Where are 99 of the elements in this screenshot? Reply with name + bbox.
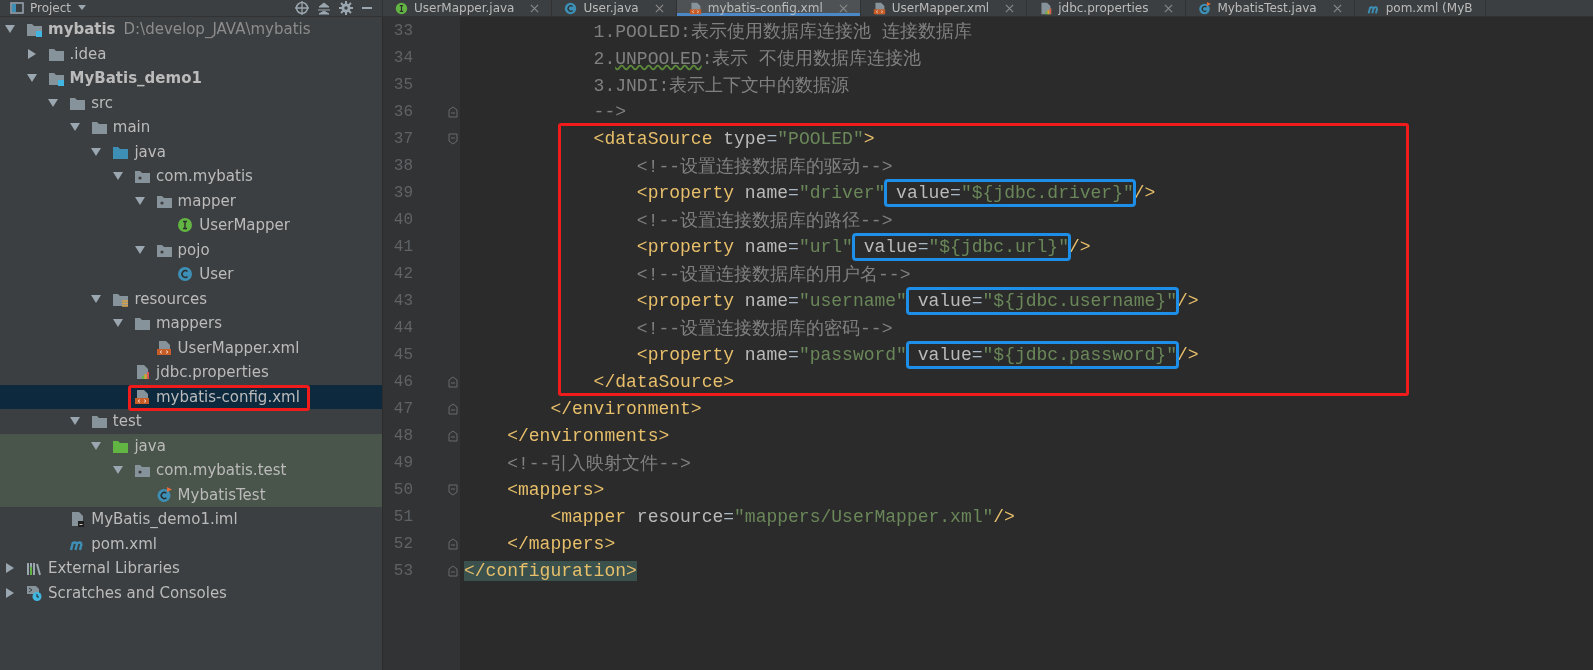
code-text: <!--设置连接数据库的用户名--> xyxy=(635,263,911,286)
caret-icon[interactable] xyxy=(77,4,88,12)
folder-icon xyxy=(26,21,42,38)
code-text: <!--设置连接数据库的驱动--> xyxy=(635,155,893,178)
expand-arrow-icon[interactable] xyxy=(90,439,103,452)
close-icon[interactable] xyxy=(530,3,540,13)
code-text: 1.POOLED:表示使用数据库连接池 连接数据库 xyxy=(592,20,972,43)
class-icon xyxy=(155,486,172,503)
editor-tab[interactable]: jdbc.properties xyxy=(1027,0,1187,16)
tree-item[interactable]: java xyxy=(0,139,382,164)
collapse-arrow-icon[interactable] xyxy=(4,562,16,575)
tree-item[interactable]: mybatis-config.xml xyxy=(0,384,382,409)
code-text: <!--设置连接数据库的密码--> xyxy=(635,317,893,340)
code-text: <mapper resource="mappers/UserMapper.xml"/> xyxy=(549,506,1015,527)
tree-item[interactable]: MyBatis_demo1.iml xyxy=(0,507,382,532)
code-text: </mappers> xyxy=(506,533,616,554)
package-icon xyxy=(134,168,150,185)
code-text: /> xyxy=(1176,344,1199,365)
class-icon xyxy=(177,266,194,283)
tree-item[interactable]: src xyxy=(0,90,382,115)
collapse-icon[interactable] xyxy=(316,1,332,15)
properties-file-icon xyxy=(1039,1,1053,15)
tree-item[interactable]: com.mybatis.test xyxy=(0,458,382,483)
close-icon[interactable] xyxy=(1332,3,1342,13)
settings-icon[interactable] xyxy=(338,1,354,15)
file-icon xyxy=(69,511,86,528)
code-text: <dataSource type="POOLED"> xyxy=(592,128,875,149)
folder-icon xyxy=(90,119,107,136)
tree-item[interactable]: mybatis D:\develop_JAVA\mybatis xyxy=(0,17,382,42)
code-text: <property name="username" xyxy=(635,290,907,311)
expand-arrow-icon[interactable] xyxy=(90,292,103,305)
collapse-arrow-icon[interactable] xyxy=(4,586,16,599)
editor-tab[interactable]: User.java xyxy=(552,0,677,16)
tree-item[interactable]: UserMapper.xml xyxy=(0,335,382,360)
code-text: <!--设置连接数据库的路径--> xyxy=(635,209,893,232)
tree-item[interactable]: resources xyxy=(0,286,382,311)
folder-icon xyxy=(47,70,64,87)
code-text: --> xyxy=(592,101,627,122)
tree-item[interactable]: User xyxy=(0,262,382,287)
code-text: <property name="url" xyxy=(635,236,853,257)
code-text: 2.UNPOOLED:表示 不使用数据库连接池 xyxy=(592,47,922,70)
editor-tab[interactable]: UserMapper.xml xyxy=(860,0,1028,16)
code-text: 3.JNDI:表示上下文中的数据源 xyxy=(592,74,850,97)
libraries-icon xyxy=(26,560,42,577)
code-text: value="${jdbc.username}" xyxy=(916,290,1177,311)
editor-tab[interactable]: mybatis-config.xml xyxy=(676,0,861,16)
code-text: </environments> xyxy=(506,425,670,446)
editor-tab[interactable]: UserMapper.java xyxy=(383,0,553,16)
xml-file-icon xyxy=(134,388,150,405)
expand-arrow-icon[interactable] xyxy=(133,194,146,207)
expand-arrow-icon[interactable] xyxy=(90,145,103,158)
expand-arrow-icon[interactable] xyxy=(47,96,60,109)
interface-icon xyxy=(177,217,194,234)
code-text: <property name="password" xyxy=(635,344,907,365)
tree-item[interactable]: pom.xml xyxy=(0,531,382,556)
code-text: </dataSource> xyxy=(592,371,735,392)
xml-file-icon xyxy=(688,1,702,15)
expand-arrow-icon[interactable] xyxy=(133,243,146,256)
code-text: <mappers> xyxy=(506,479,605,500)
code-text: </environment> xyxy=(549,398,702,419)
tree-item[interactable]: MyBatis_demo1 xyxy=(0,66,382,91)
editor-tab[interactable]: pom.xml (MyB xyxy=(1354,0,1486,16)
properties-file-icon xyxy=(134,364,150,381)
tree-item[interactable]: com.mybatis xyxy=(0,164,382,189)
package-icon xyxy=(134,462,150,479)
panel-title[interactable]: Project xyxy=(30,0,72,16)
tree-item[interactable]: pojo xyxy=(0,237,382,262)
code-text: <property name="driver" xyxy=(635,182,886,203)
collapse-arrow-icon[interactable] xyxy=(25,47,38,60)
close-icon[interactable] xyxy=(654,3,664,13)
tree-item[interactable]: .idea xyxy=(0,41,382,66)
code-text: /> xyxy=(1133,182,1156,203)
code-text: value="${jdbc.driver}" xyxy=(895,182,1134,203)
tree-item[interactable]: Scratches and Consoles xyxy=(0,580,382,605)
close-icon[interactable] xyxy=(1164,3,1174,13)
folder-icon xyxy=(90,413,107,430)
code-text: value="${jdbc.url}" xyxy=(862,236,1069,257)
folder-icon xyxy=(134,315,150,332)
code-text: <!--引入映射文件--> xyxy=(506,452,691,475)
tree-item[interactable]: mappers xyxy=(0,311,382,336)
code-text: </configuration> xyxy=(464,560,637,581)
scratch-file-icon xyxy=(26,584,42,601)
editor-tab[interactable]: MybatisTest.java xyxy=(1186,0,1355,16)
code-text: /> xyxy=(1068,236,1091,257)
tree-item[interactable]: java xyxy=(0,433,382,458)
tree-item[interactable]: MybatisTest xyxy=(0,482,382,507)
tree-item[interactable]: jdbc.properties xyxy=(0,360,382,385)
close-icon[interactable] xyxy=(1005,3,1015,13)
tree-item[interactable]: UserMapper xyxy=(0,213,382,238)
tree-item[interactable]: External Libraries xyxy=(0,556,382,581)
xml-file-icon xyxy=(872,1,886,15)
code-text: /> xyxy=(1176,290,1199,311)
tree-item[interactable]: mapper xyxy=(0,188,382,213)
xml-file-icon xyxy=(155,339,172,356)
tree-item[interactable]: test xyxy=(0,409,382,434)
locate-icon[interactable] xyxy=(294,1,310,15)
panel-icon xyxy=(10,2,24,14)
code-text: value="${jdbc.password}" xyxy=(916,344,1177,365)
tree-item[interactable]: main xyxy=(0,115,382,140)
